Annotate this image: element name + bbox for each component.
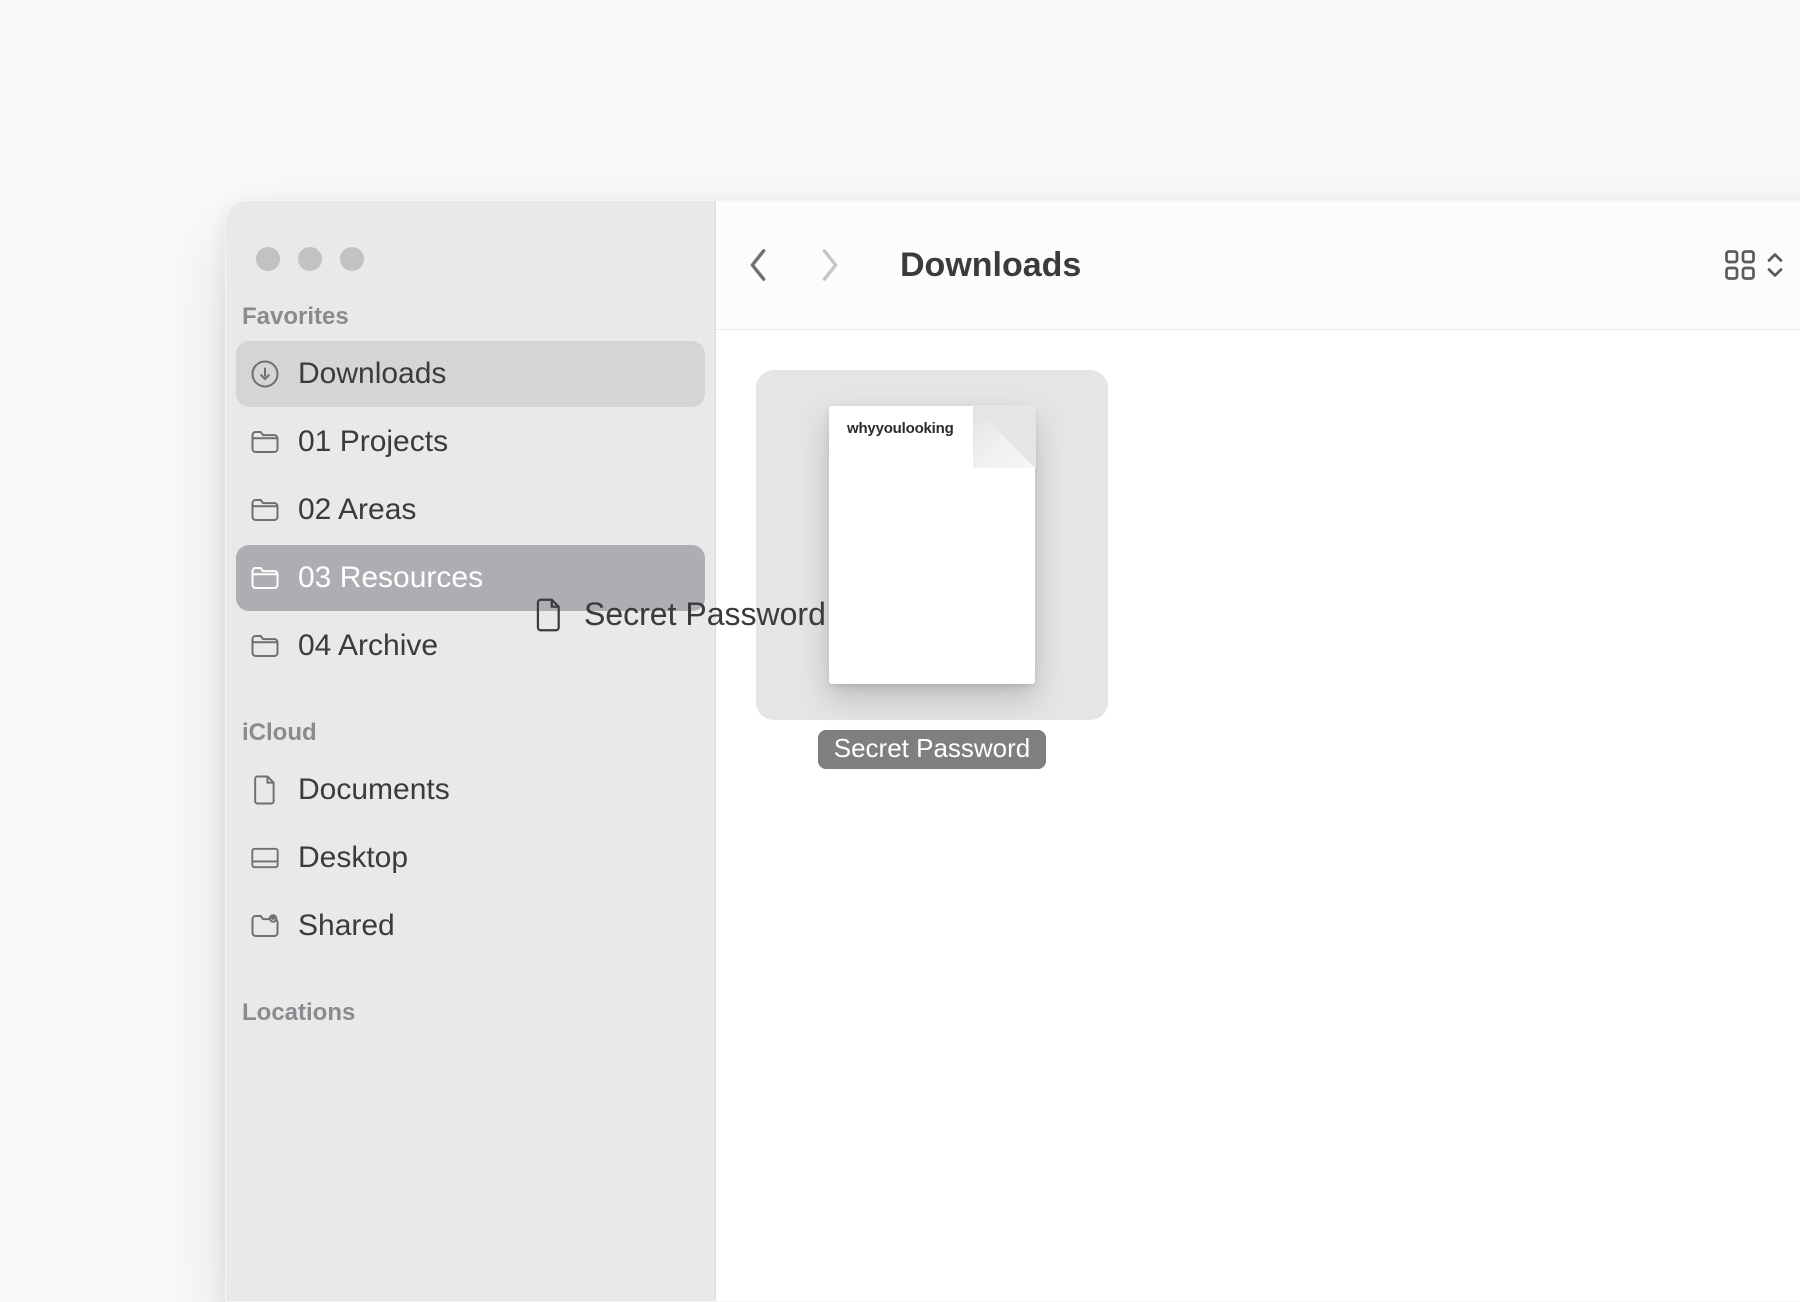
sidebar-item-01-projects[interactable]: 01 Projects: [236, 409, 705, 475]
sidebar-item-label: Desktop: [298, 841, 408, 875]
sidebar-item-label: 01 Projects: [298, 425, 448, 459]
file-preview: whyyoulooking: [829, 406, 1035, 684]
folder-icon: [248, 425, 282, 459]
file-preview-text: whyyoulooking: [847, 420, 954, 437]
sidebar-item-03-resources[interactable]: 03 Resources: [236, 545, 705, 611]
file-item-secret-password[interactable]: whyyoulooking Secret Password: [756, 370, 1108, 769]
sidebar-item-label: Shared: [298, 909, 395, 943]
file-grid[interactable]: whyyoulooking Secret Password: [716, 330, 1800, 1301]
sidebar-section-locations: Locations: [226, 999, 715, 1027]
toolbar: Downloads: [716, 201, 1800, 330]
back-button[interactable]: [744, 245, 772, 285]
file-name-label[interactable]: Secret Password: [818, 730, 1047, 769]
sidebar-item-documents[interactable]: Documents: [236, 757, 705, 823]
sidebar-section-icloud: iCloud Documents Desktop: [226, 719, 715, 959]
sidebar-item-shared[interactable]: Shared: [236, 893, 705, 959]
sidebar: Favorites Downloads: [226, 201, 716, 1301]
chevron-up-down-icon: [1766, 250, 1784, 280]
sidebar-item-label: 02 Areas: [298, 493, 416, 527]
folder-icon: [248, 561, 282, 595]
sidebar-item-desktop[interactable]: Desktop: [236, 825, 705, 891]
sidebar-item-04-archive[interactable]: 04 Archive: [236, 613, 705, 679]
file-preview-wrap: whyyoulooking: [756, 370, 1108, 720]
window-title: Downloads: [900, 246, 1594, 285]
icon-grid-icon: [1722, 247, 1758, 283]
sidebar-item-label: 03 Resources: [298, 561, 483, 595]
sidebar-section-favorites: Favorites Downloads: [226, 303, 715, 679]
section-title-locations: Locations: [226, 999, 715, 1027]
minimize-window-button[interactable]: [298, 247, 322, 271]
shared-folder-icon: [248, 909, 282, 943]
nav-arrows: [744, 245, 844, 285]
finder-window: Favorites Downloads: [225, 200, 1800, 1302]
fullscreen-window-button[interactable]: [340, 247, 364, 271]
folder-icon: [248, 493, 282, 527]
folder-icon: [248, 629, 282, 663]
sidebar-item-label: Downloads: [298, 357, 446, 391]
view-mode-button[interactable]: [1714, 241, 1792, 289]
sidebar-item-label: Documents: [298, 773, 450, 807]
close-window-button[interactable]: [256, 247, 280, 271]
section-title-icloud: iCloud: [226, 719, 715, 747]
sidebar-item-label: 04 Archive: [298, 629, 438, 663]
section-title-favorites: Favorites: [226, 303, 715, 331]
desktop-icon: [248, 841, 282, 875]
forward-button[interactable]: [816, 245, 844, 285]
sidebar-item-downloads[interactable]: Downloads: [236, 341, 705, 407]
document-icon: [248, 773, 282, 807]
main-pane: Downloads: [716, 201, 1800, 1301]
window-controls: [226, 247, 715, 271]
downloads-icon: [248, 357, 282, 391]
sidebar-item-02-areas[interactable]: 02 Areas: [236, 477, 705, 543]
